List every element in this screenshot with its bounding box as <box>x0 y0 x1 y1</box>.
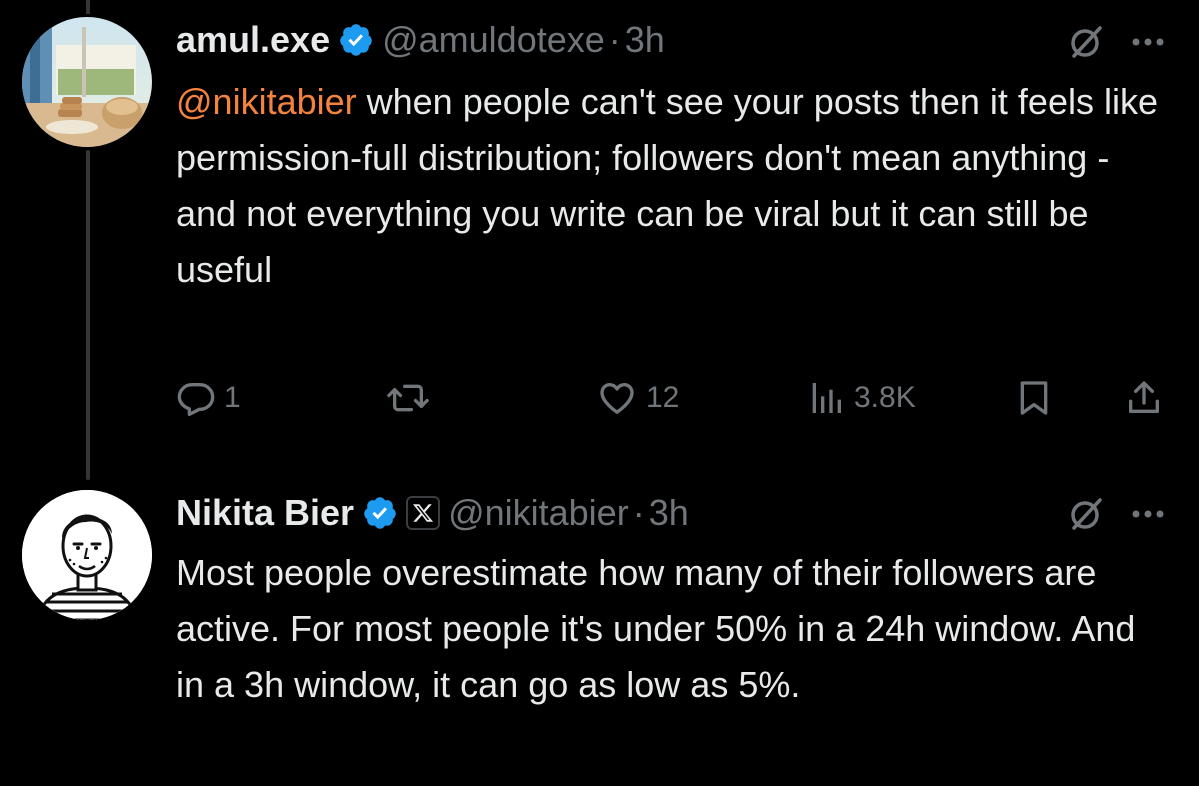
avatar-amul[interactable] <box>22 17 152 147</box>
grok-icon[interactable] <box>1064 492 1108 536</box>
views-button[interactable]: 3.8K <box>806 370 916 426</box>
like-count: 12 <box>646 381 680 414</box>
reply-count: 1 <box>224 381 241 414</box>
share-icon <box>1129 381 1159 413</box>
views-count: 3.8K <box>854 381 916 414</box>
tweet-text: Most people overestimate how many of the… <box>176 552 1136 705</box>
reply-button[interactable]: 1 <box>176 370 241 426</box>
thread-connector <box>86 150 90 480</box>
reply-icon <box>177 383 215 416</box>
more-icon[interactable] <box>1128 496 1168 532</box>
bookmark-button[interactable] <box>1014 370 1054 426</box>
repost-button[interactable] <box>386 370 438 426</box>
like-button[interactable]: 12 <box>596 370 679 426</box>
more-icon[interactable] <box>1128 24 1168 60</box>
verified-badge-icon[interactable] <box>338 22 374 58</box>
tweet-time[interactable]: 3h <box>649 492 689 534</box>
author-name[interactable]: Nikita Bier <box>176 492 354 534</box>
grok-icon[interactable] <box>1064 20 1108 64</box>
separator-dot: · <box>608 19 621 60</box>
thread-connector-top <box>86 0 90 14</box>
tweet-header: amul.exe @amuldotexe · 3h <box>176 15 665 65</box>
author-handle[interactable]: @amuldotexe <box>382 19 605 61</box>
author-name[interactable]: amul.exe <box>176 19 330 61</box>
views-icon <box>812 383 841 413</box>
tweet-actions: 1 12 3.8K <box>176 370 1176 426</box>
heart-icon <box>600 383 634 414</box>
bookmark-icon <box>1020 381 1048 415</box>
tweet-header: Nikita Bier @nikitabier · 3h <box>176 488 689 538</box>
author-handle[interactable]: @nikitabier <box>448 492 629 534</box>
tweet-text: @nikitabier when people can't see your p… <box>176 74 1166 298</box>
avatar-image <box>22 17 152 147</box>
avatar-image <box>22 490 152 620</box>
repost-icon <box>387 384 429 412</box>
verified-badge-icon[interactable] <box>362 495 398 531</box>
share-button[interactable] <box>1124 370 1164 426</box>
separator-dot: · <box>632 492 645 533</box>
x-logo-icon[interactable] <box>406 496 441 530</box>
tweet-time[interactable]: 3h <box>625 19 665 61</box>
mention-link[interactable]: @nikitabier <box>176 81 357 122</box>
avatar-nikita[interactable] <box>22 490 152 620</box>
